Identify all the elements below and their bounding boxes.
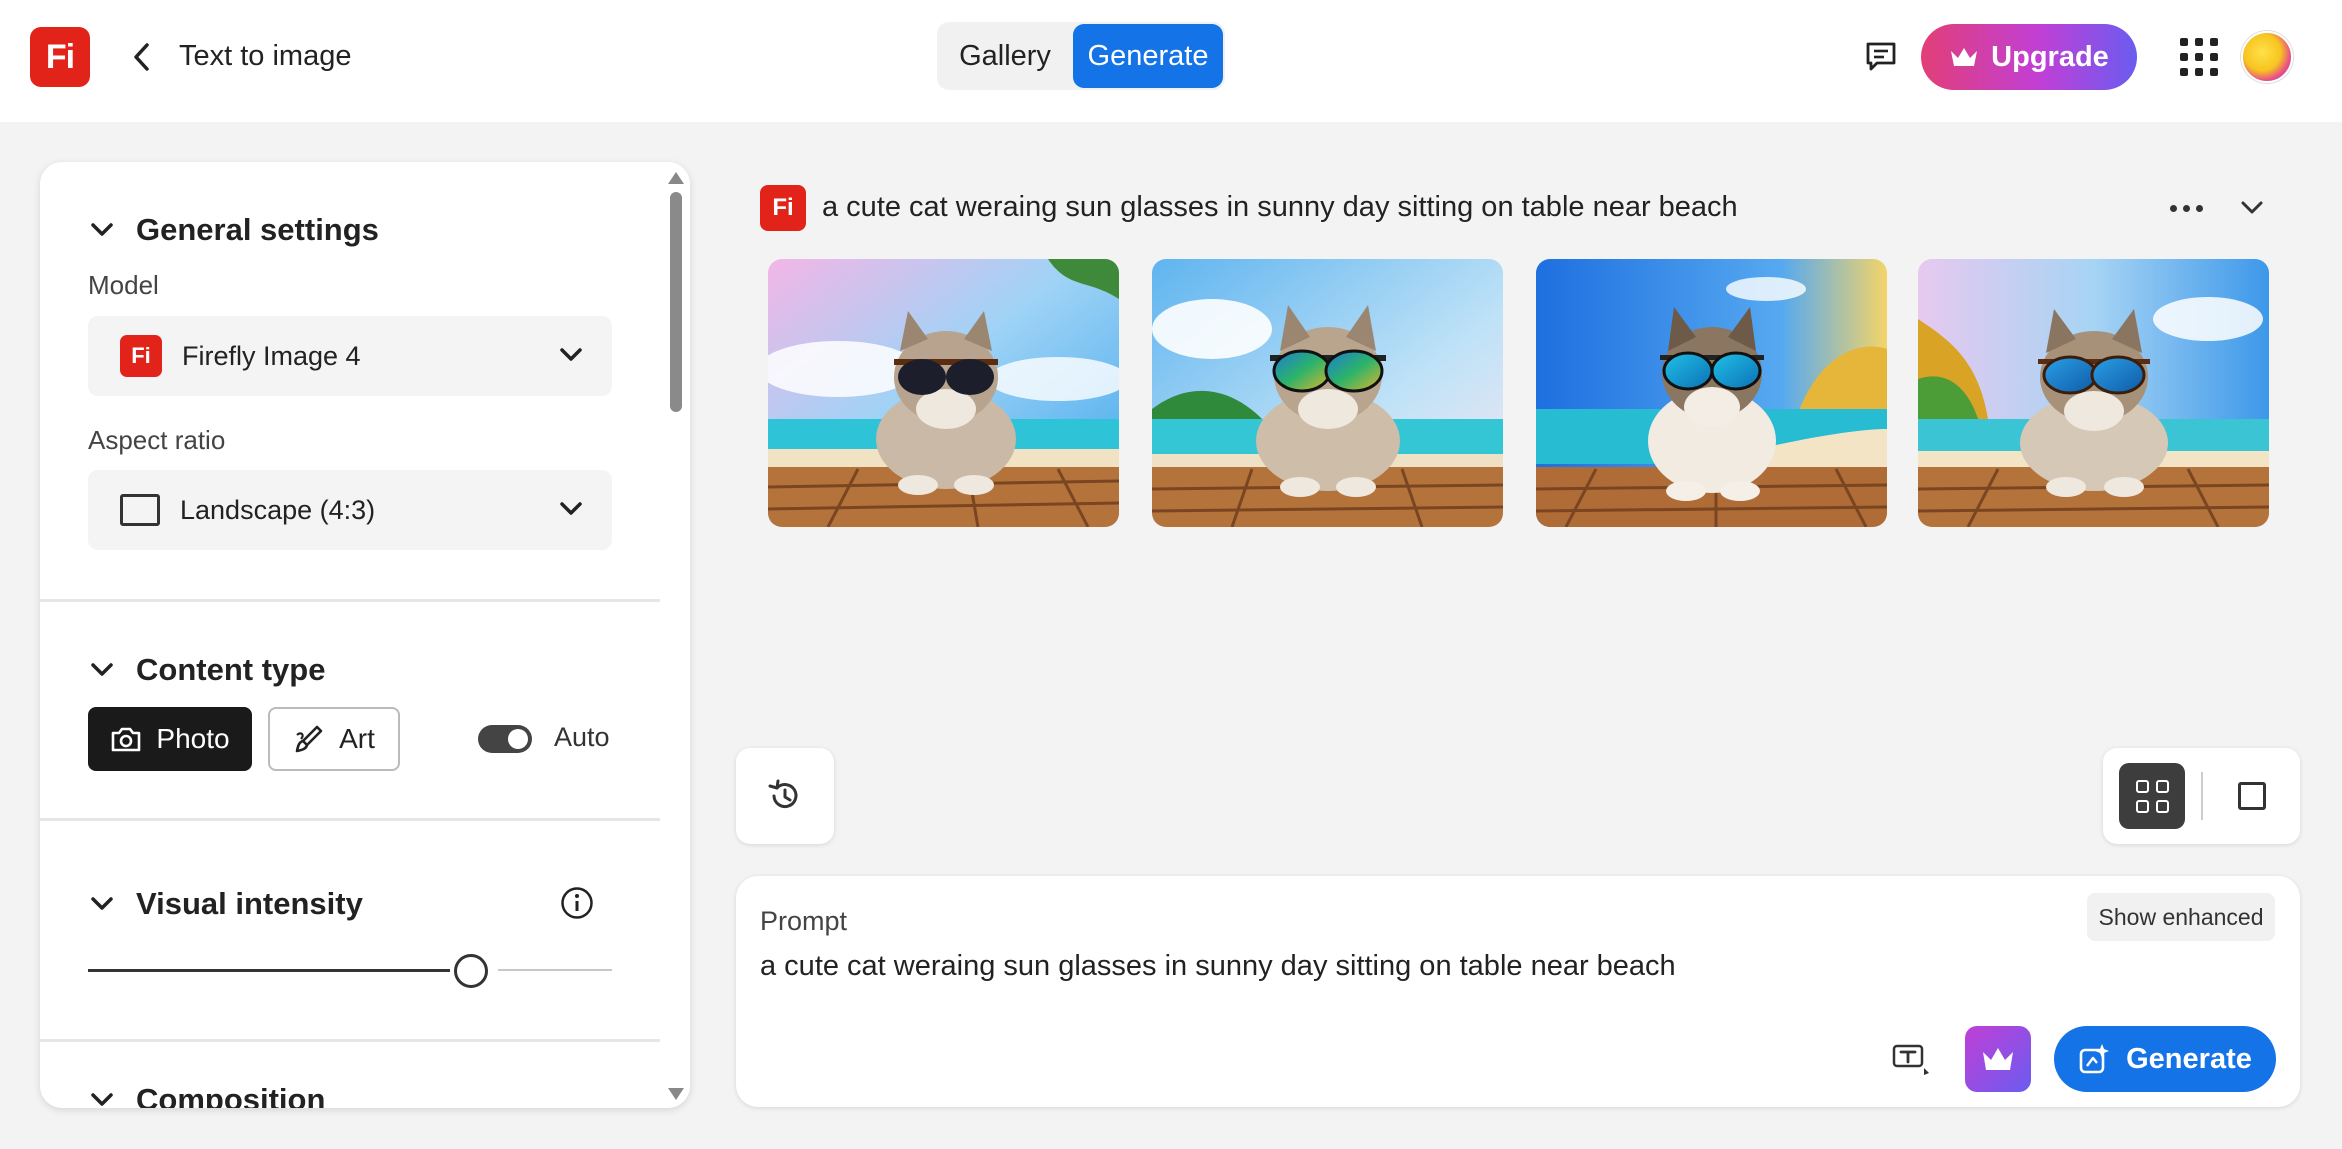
text-style-icon xyxy=(1892,1044,1929,1075)
prompt-input[interactable]: a cute cat weraing sun glasses in sunny … xyxy=(760,950,2060,983)
art-button[interactable]: Art xyxy=(268,707,400,771)
more-options-icon[interactable] xyxy=(2164,190,2208,226)
view-toggle xyxy=(2103,748,2300,844)
collapse-button[interactable] xyxy=(2232,190,2272,226)
divider xyxy=(40,818,660,821)
result-prompt-text: a cute cat weraing sun glasses in sunny … xyxy=(822,191,1738,223)
chevron-down-icon xyxy=(560,348,582,361)
scroll-thumb[interactable] xyxy=(670,192,682,412)
chevron-down-icon xyxy=(91,897,113,910)
section-composition[interactable]: Composition xyxy=(90,1082,325,1108)
history-button[interactable] xyxy=(736,748,834,844)
page-title: Text to image xyxy=(179,40,352,72)
chevron-down-icon xyxy=(560,502,582,515)
avatar[interactable] xyxy=(2241,31,2293,83)
slider-track-empty xyxy=(498,969,612,971)
section-title: Content type xyxy=(136,652,326,687)
settings-panel-content: General settings Model Fi Firefly Image … xyxy=(40,162,660,1108)
info-icon[interactable] xyxy=(560,886,594,920)
chevron-down-icon xyxy=(91,663,113,676)
history-icon xyxy=(768,779,798,809)
aspect-ratio-dropdown[interactable]: Landscape (4:3) xyxy=(88,470,612,550)
chevron-left-icon xyxy=(134,43,149,71)
settings-panel: General settings Model Fi Firefly Image … xyxy=(40,162,690,1108)
section-general-settings[interactable]: General settings xyxy=(90,212,379,248)
chevron-down-icon xyxy=(91,223,113,236)
chevron-down-icon xyxy=(91,1093,113,1106)
generate-sparkle-icon xyxy=(2079,1044,2110,1074)
aspect-ratio-label: Aspect ratio xyxy=(88,425,226,455)
show-enhanced-button[interactable]: Show enhanced xyxy=(2087,893,2275,941)
camera-icon xyxy=(112,727,141,752)
top-bar: Fi Text to image Gallery Generate Upgrad… xyxy=(0,0,2342,122)
crown-icon xyxy=(1983,1048,2013,1070)
visual-intensity-slider-thumb[interactable] xyxy=(454,954,488,988)
chevron-down-icon xyxy=(2241,201,2263,214)
photo-label: Photo xyxy=(156,723,230,754)
divider xyxy=(40,1039,660,1042)
scroll-up-arrow-icon[interactable] xyxy=(668,172,684,184)
scroll-down-arrow-icon[interactable] xyxy=(668,1088,684,1100)
section-title: General settings xyxy=(136,212,379,247)
divider xyxy=(40,599,660,602)
prompt-label: Prompt xyxy=(760,906,848,936)
section-content-type[interactable]: Content type xyxy=(90,652,325,688)
generate-label: Generate xyxy=(2126,1042,2252,1075)
firefly-model-icon: Fi xyxy=(120,335,162,377)
text-style-button[interactable] xyxy=(1886,1036,1936,1082)
slider-track-filled xyxy=(88,969,450,972)
upgrade-button[interactable]: Upgrade xyxy=(1921,24,2137,90)
back-button[interactable] xyxy=(122,34,162,80)
crown-icon xyxy=(1951,48,1978,66)
premium-crown-button[interactable] xyxy=(1965,1026,2031,1092)
grid-view-icon[interactable] xyxy=(2119,763,2185,829)
feedback-button[interactable] xyxy=(1858,34,1904,80)
generated-image-4[interactable] xyxy=(1918,259,2269,527)
single-view-icon[interactable] xyxy=(2219,763,2285,829)
apps-grid-icon[interactable] xyxy=(2176,34,2222,80)
auto-toggle[interactable] xyxy=(478,725,532,753)
model-label: Model xyxy=(88,270,159,300)
tab-gallery[interactable]: Gallery xyxy=(937,22,1073,90)
upgrade-label: Upgrade xyxy=(1991,40,2109,73)
generated-image-1[interactable] xyxy=(768,259,1119,527)
brush-icon xyxy=(295,725,323,753)
section-title: Composition xyxy=(136,1082,326,1108)
toggle-knob xyxy=(508,729,528,749)
prompt-box: Prompt Show enhanced a cute cat weraing … xyxy=(736,876,2300,1107)
generated-image-2[interactable] xyxy=(1152,259,1503,527)
art-label: Art xyxy=(339,723,375,754)
generate-button[interactable]: Generate xyxy=(2054,1026,2276,1092)
tab-generate[interactable]: Generate xyxy=(1073,24,1223,88)
divider xyxy=(2201,772,2203,820)
panel-scrollbar[interactable] xyxy=(662,162,690,1108)
generated-image-3[interactable] xyxy=(1536,259,1887,527)
firefly-logo[interactable]: Fi xyxy=(30,27,90,87)
auto-label: Auto xyxy=(554,722,610,752)
model-dropdown[interactable]: Fi Firefly Image 4 xyxy=(88,316,612,396)
model-value: Firefly Image 4 xyxy=(182,340,361,371)
aspect-ratio-value: Landscape (4:3) xyxy=(180,494,376,525)
landscape-icon xyxy=(120,494,160,526)
firefly-result-icon: Fi xyxy=(760,185,806,231)
mode-switcher: Gallery Generate xyxy=(937,22,1225,90)
section-title: Visual intensity xyxy=(136,886,363,921)
section-visual-intensity[interactable]: Visual intensity xyxy=(90,886,363,922)
feedback-icon xyxy=(1866,42,1896,71)
photo-button[interactable]: Photo xyxy=(88,707,252,771)
